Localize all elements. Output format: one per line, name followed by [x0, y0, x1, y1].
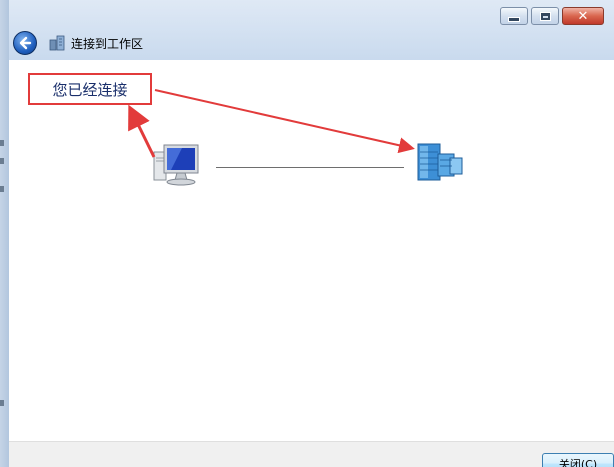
back-arrow-icon [19, 36, 32, 50]
workspace-icon [49, 35, 65, 51]
edge-mark [0, 400, 4, 406]
connect-to-workspace-window: ✕ 连接到工作区 您已经连接 关闭(C) [0, 0, 614, 467]
back-button[interactable] [13, 31, 37, 55]
network-server-icon [417, 143, 463, 181]
close-icon: ✕ [577, 8, 589, 24]
annotation-callout: 您已经连接 [28, 73, 152, 105]
window-title: 连接到工作区 [71, 36, 144, 51]
maximize-icon [539, 11, 551, 21]
content-area: 您已经连接 [9, 60, 614, 441]
navigation-bar: 连接到工作区 [9, 28, 614, 58]
annotation-arrows [128, 89, 415, 158]
maximize-button[interactable] [531, 7, 559, 25]
edge-mark [0, 158, 4, 164]
arrow-to-callout [128, 104, 156, 158]
computer-icon [153, 144, 199, 186]
background-window-edge [0, 0, 9, 467]
arrow-to-network [154, 89, 415, 154]
edge-mark [0, 140, 4, 146]
minimize-button[interactable] [500, 7, 528, 25]
dialog-footer: 关闭(C) [9, 441, 614, 467]
annotation-text: 您已经连接 [52, 80, 128, 99]
close-window-button[interactable]: ✕ [562, 7, 604, 25]
connection-line [216, 167, 404, 168]
close-dialog-button[interactable]: 关闭(C) [542, 453, 614, 467]
edge-mark [0, 186, 4, 192]
caption-buttons: ✕ [500, 7, 604, 25]
minimize-icon [508, 16, 520, 22]
